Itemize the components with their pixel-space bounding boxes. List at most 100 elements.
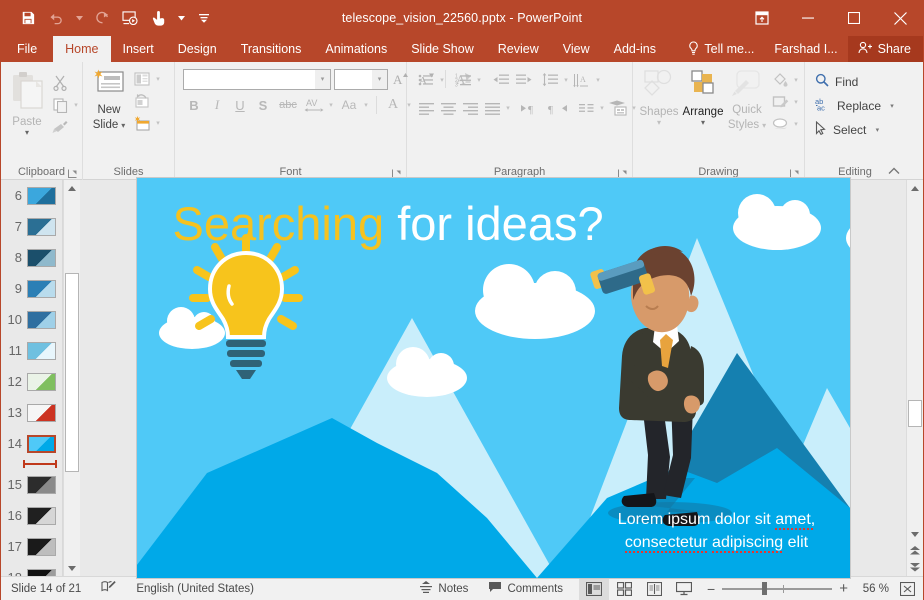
section-caret-icon[interactable]: ▾	[153, 112, 163, 134]
tab-design[interactable]: Design	[166, 36, 229, 62]
align-left-button[interactable]	[415, 97, 437, 119]
slide-thumbnail-preview[interactable]	[27, 279, 56, 298]
thumbnail-scroll-up-icon[interactable]	[64, 180, 80, 197]
section-button[interactable]	[131, 112, 153, 134]
quick-styles-button[interactable]: Quick Styles ▾	[725, 66, 769, 132]
copy-button[interactable]	[49, 94, 71, 116]
view-slide-sorter-button[interactable]	[609, 578, 639, 600]
text-direction-caret-icon[interactable]: ▾	[593, 69, 603, 91]
new-slide-button[interactable]: New Slide ▾	[87, 66, 131, 132]
columns-caret-icon[interactable]: ▾	[597, 97, 607, 119]
slide-thumbnail-preview[interactable]	[27, 372, 56, 391]
columns-button[interactable]	[575, 97, 597, 119]
tab-add-ins[interactable]: Add-ins	[602, 36, 668, 62]
tab-animations[interactable]: Animations	[313, 36, 399, 62]
zoom-out-button[interactable]: −	[707, 581, 715, 597]
change-case-button[interactable]: Aa	[337, 94, 361, 116]
layout-caret-icon[interactable]: ▾	[153, 68, 163, 90]
slide-thumbnail-item[interactable]: 17	[1, 531, 62, 562]
font-name-input[interactable]: ▾	[183, 68, 331, 90]
slide-thumbnail-item[interactable]: 7	[1, 211, 62, 242]
replace-button[interactable]: ab ac Replace ▾	[809, 94, 897, 118]
thumbnail-scrollbar[interactable]	[63, 180, 80, 576]
maximize-restore-button[interactable]	[831, 0, 877, 36]
zoom-in-button[interactable]: +	[839, 580, 848, 597]
numbering-button[interactable]: 123	[452, 69, 474, 91]
arrange-caret-icon[interactable]: ▾	[701, 119, 705, 127]
select-caret-icon[interactable]: ▾	[872, 119, 882, 141]
thumbnail-scroll-thumb[interactable]	[65, 273, 79, 473]
shape-fill-caret-icon[interactable]: ▾	[791, 69, 801, 91]
zoom-slider[interactable]	[722, 582, 833, 596]
text-direction-ltr-button[interactable]: ¶	[518, 97, 544, 119]
new-slide-caret-icon[interactable]: ▾	[121, 122, 125, 130]
numbering-caret-icon[interactable]: ▾	[474, 69, 484, 91]
ribbon-display-options-icon[interactable]	[739, 0, 785, 36]
clipboard-dialog-launcher-icon[interactable]	[66, 166, 78, 178]
quick-styles-caret-icon[interactable]: ▾	[762, 122, 766, 130]
convert-to-smartart-button[interactable]	[607, 97, 629, 119]
shape-outline-button[interactable]	[769, 91, 791, 113]
italic-button[interactable]: I	[206, 94, 228, 116]
language-status[interactable]: English (United States)	[126, 577, 264, 600]
slide-thumbnail-pane[interactable]: 678910111213141516171819	[1, 180, 63, 576]
slide-thumbnail-preview[interactable]	[27, 248, 56, 267]
slide-scrollbar[interactable]	[906, 180, 923, 576]
collapse-ribbon-icon[interactable]	[888, 167, 900, 178]
line-spacing-button[interactable]	[539, 69, 561, 91]
touch-mode-caret-icon[interactable]	[173, 6, 189, 30]
slide-number-status[interactable]: Slide 14 of 21	[1, 577, 91, 600]
align-right-button[interactable]	[459, 97, 481, 119]
paragraph-dialog-launcher-icon[interactable]	[616, 166, 628, 178]
touch-mouse-mode-icon[interactable]	[145, 6, 171, 30]
slide-thumbnail-item[interactable]: 10	[1, 304, 62, 335]
tab-view[interactable]: View	[551, 36, 602, 62]
decrease-list-level-button[interactable]	[490, 69, 512, 91]
tab-slide-show[interactable]: Slide Show	[399, 36, 486, 62]
text-direction-button[interactable]: A	[571, 69, 593, 91]
slide-thumbnail-preview[interactable]	[27, 217, 56, 236]
slide-thumbnail-item[interactable]: 18	[1, 562, 62, 576]
slide-thumbnail-item[interactable]: 12	[1, 366, 62, 397]
arrange-button[interactable]: Arrange ▾	[681, 66, 725, 127]
slide-thumbnail-preview[interactable]	[27, 568, 56, 576]
slide-thumbnail-preview[interactable]	[27, 403, 56, 422]
slide-thumbnail-item[interactable]: 16	[1, 500, 62, 531]
format-painter-button[interactable]	[49, 116, 71, 138]
spell-check-status[interactable]	[91, 577, 126, 600]
underline-button[interactable]: U	[229, 94, 251, 116]
slide-thumbnail-preview[interactable]	[27, 186, 56, 205]
shape-outline-caret-icon[interactable]: ▾	[791, 91, 801, 113]
shapes-caret-icon[interactable]: ▾	[657, 119, 661, 127]
shape-effects-caret-icon[interactable]: ▾	[791, 113, 801, 135]
zoom-slider-handle[interactable]	[761, 582, 767, 595]
font-color-button[interactable]: A	[382, 94, 404, 116]
thumbnail-scroll-down-icon[interactable]	[64, 559, 80, 576]
start-from-beginning-icon[interactable]	[117, 6, 143, 30]
line-spacing-caret-icon[interactable]: ▾	[561, 69, 571, 91]
previous-slide-icon[interactable]	[907, 542, 923, 559]
justify-caret-icon[interactable]: ▾	[503, 97, 513, 119]
view-normal-button[interactable]	[579, 577, 610, 600]
redo-icon[interactable]	[89, 6, 115, 30]
slide-scroll-track[interactable]	[907, 197, 923, 525]
shape-fill-button[interactable]	[769, 69, 791, 91]
current-slide[interactable]: Searching for ideas? Lorem ipsum dolor s…	[136, 178, 850, 578]
tab-home[interactable]: Home	[53, 36, 111, 62]
next-slide-icon[interactable]	[907, 559, 923, 576]
slide-scroll-thumb[interactable]	[908, 400, 922, 427]
share-button[interactable]: Share	[847, 36, 923, 62]
character-spacing-caret-icon[interactable]: ▾	[326, 94, 336, 116]
slide-title[interactable]: Searching for ideas?	[173, 196, 604, 251]
bullets-caret-icon[interactable]: ▾	[437, 69, 447, 91]
slide-thumbnail-preview[interactable]	[27, 341, 56, 360]
select-button[interactable]: Select ▾	[809, 118, 882, 142]
text-direction-rtl-button[interactable]: ¶	[544, 97, 570, 119]
character-spacing-button[interactable]: AV	[302, 94, 326, 116]
view-slideshow-button[interactable]	[669, 578, 699, 600]
slide-thumbnail-item[interactable]: 11	[1, 335, 62, 366]
find-button[interactable]: Find	[809, 70, 858, 94]
slide-thumbnail-item[interactable]: 9	[1, 273, 62, 304]
view-reading-button[interactable]	[639, 578, 669, 600]
notes-button[interactable]: Notes	[409, 577, 478, 600]
